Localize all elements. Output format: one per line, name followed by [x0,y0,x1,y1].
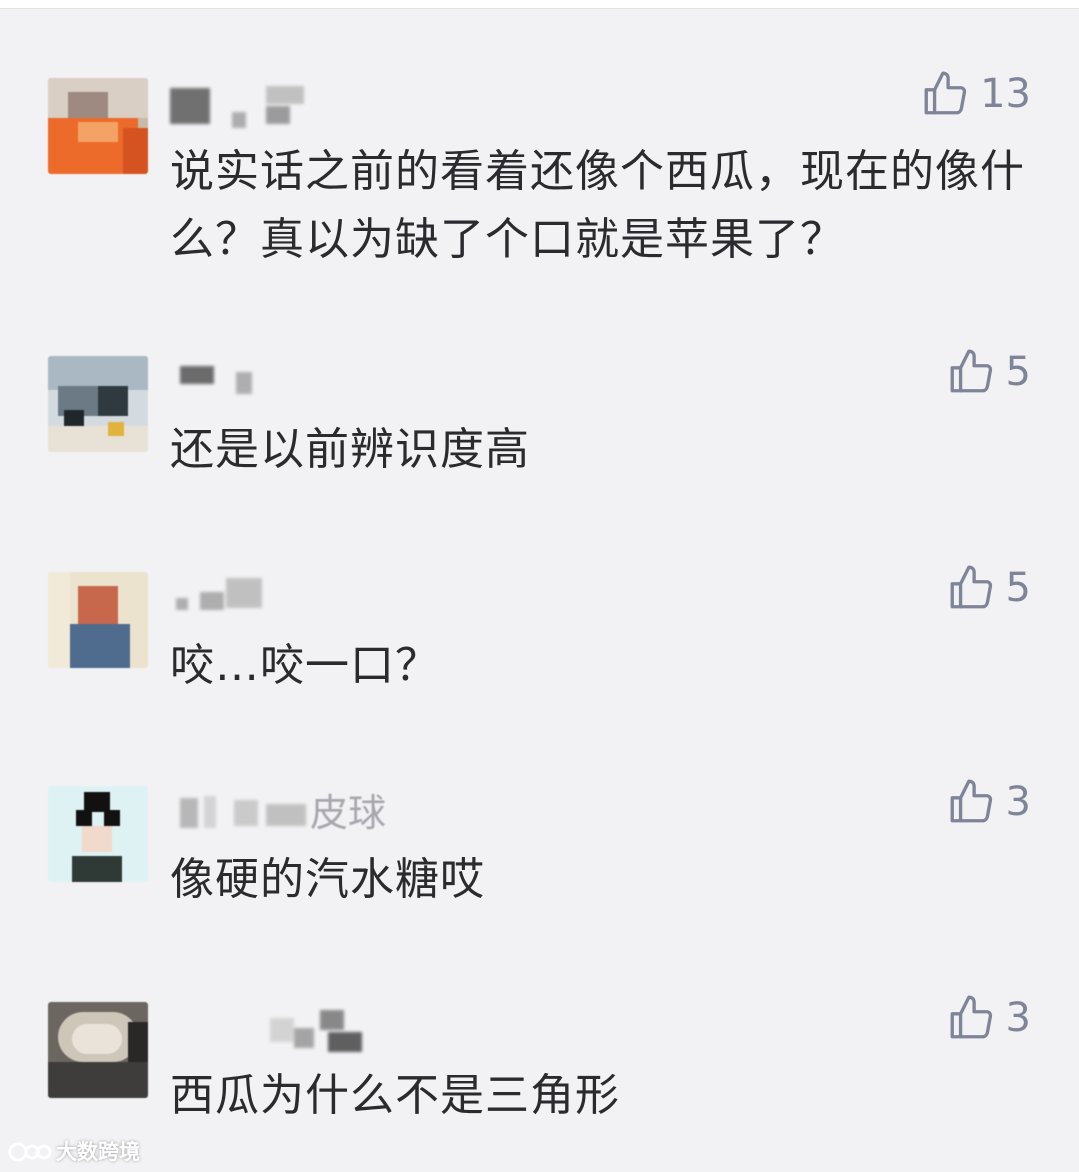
comment-text: 咬…咬一口？ [170,640,440,691]
username-text: 皮球 [310,791,387,835]
like-count: 5 [1005,349,1031,395]
like-button[interactable]: 5 [946,344,1031,400]
thumbs-up-icon [950,779,992,823]
thumbs-up-icon [950,995,992,1039]
username[interactable] [170,80,430,130]
like-count: 13 [980,71,1031,117]
like-count: 3 [1005,779,1031,825]
avatar[interactable] [48,78,148,174]
like-count: 3 [1005,995,1031,1041]
username[interactable] [170,574,430,624]
watermark-text: 大数跨境 [56,1140,140,1164]
watermark: 大数跨境 [8,1134,140,1168]
avatar[interactable] [48,356,148,452]
avatar[interactable] [48,1002,148,1098]
comment-text: 像硬的汽水糖哎 [170,854,485,905]
avatar[interactable] [48,786,148,882]
like-button[interactable]: 13 [920,66,1031,122]
brand-logo-icon [8,1142,52,1162]
comment-text: 还是以前辨识度高 [170,424,530,475]
like-button[interactable]: 3 [946,990,1031,1046]
comment-text: 说实话之前的看着还像个西瓜，现在的像什么？真以为缺了个口就是苹果了？ [170,146,1025,265]
username[interactable] [170,1004,430,1054]
comment-text: 西瓜为什么不是三角形 [170,1070,620,1121]
avatar[interactable] [48,572,148,668]
thumbs-up-icon [924,71,967,115]
like-button[interactable]: 3 [946,774,1031,830]
username[interactable]: 皮球 [170,788,430,838]
thumbs-up-icon [950,349,992,393]
username[interactable] [170,358,430,408]
like-button[interactable]: 5 [946,560,1031,616]
top-divider [0,0,1079,9]
thumbs-up-icon [950,565,992,609]
like-count: 5 [1005,565,1031,611]
